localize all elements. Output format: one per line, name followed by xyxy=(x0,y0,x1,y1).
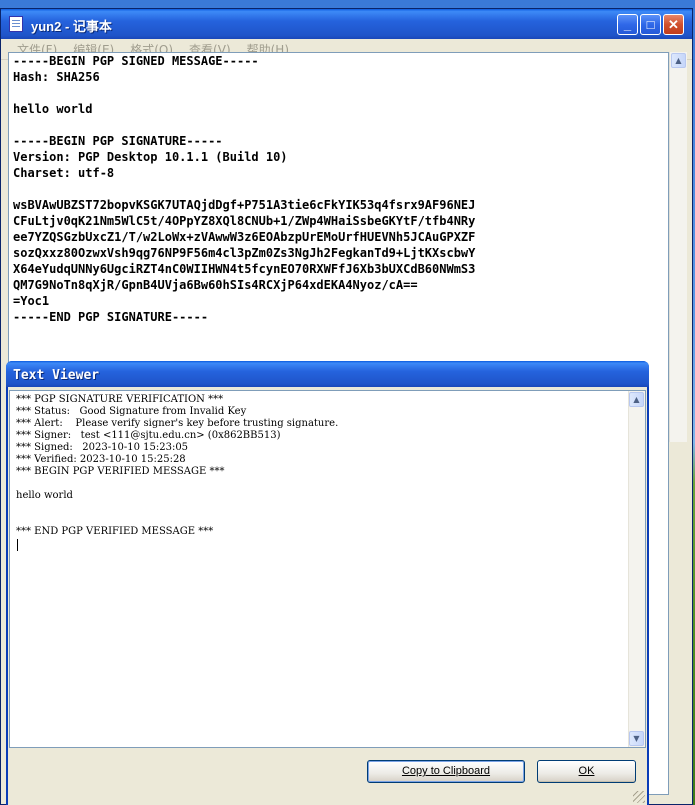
close-icon[interactable]: ✕ xyxy=(663,14,684,35)
scroll-up-icon[interactable]: ▲ xyxy=(671,53,686,68)
text-viewer-content-area[interactable]: *** PGP SIGNATURE VERIFICATION *** *** S… xyxy=(9,390,646,748)
notepad-app-icon xyxy=(9,16,23,32)
ok-button[interactable]: OK xyxy=(537,760,636,783)
scroll-down-icon[interactable]: ▼ xyxy=(629,731,644,746)
notepad-vertical-scrollbar[interactable]: ▲ xyxy=(669,52,687,442)
text-viewer-vertical-scrollbar[interactable]: ▲ ▼ xyxy=(628,391,645,747)
scroll-up-icon[interactable]: ▲ xyxy=(629,392,644,407)
resize-grip-icon[interactable] xyxy=(633,791,645,803)
copy-to-clipboard-button[interactable]: Copy to Clipboard xyxy=(367,760,525,783)
notepad-content: -----BEGIN PGP SIGNED MESSAGE----- Hash:… xyxy=(13,54,476,324)
text-viewer-title[interactable]: Text Viewer xyxy=(6,361,649,387)
maximize-icon[interactable]: □ xyxy=(640,14,661,35)
text-caret xyxy=(17,539,18,551)
notepad-title: yun2 - 记事本 xyxy=(31,19,112,34)
text-viewer-content: *** PGP SIGNATURE VERIFICATION *** *** S… xyxy=(16,394,339,537)
minimize-icon[interactable]: _ xyxy=(617,14,638,35)
text-viewer-window: Text Viewer *** PGP SIGNATURE VERIFICATI… xyxy=(6,361,649,805)
notepad-title-bar[interactable]: yun2 - 记事本 _ □ ✕ xyxy=(1,9,692,39)
